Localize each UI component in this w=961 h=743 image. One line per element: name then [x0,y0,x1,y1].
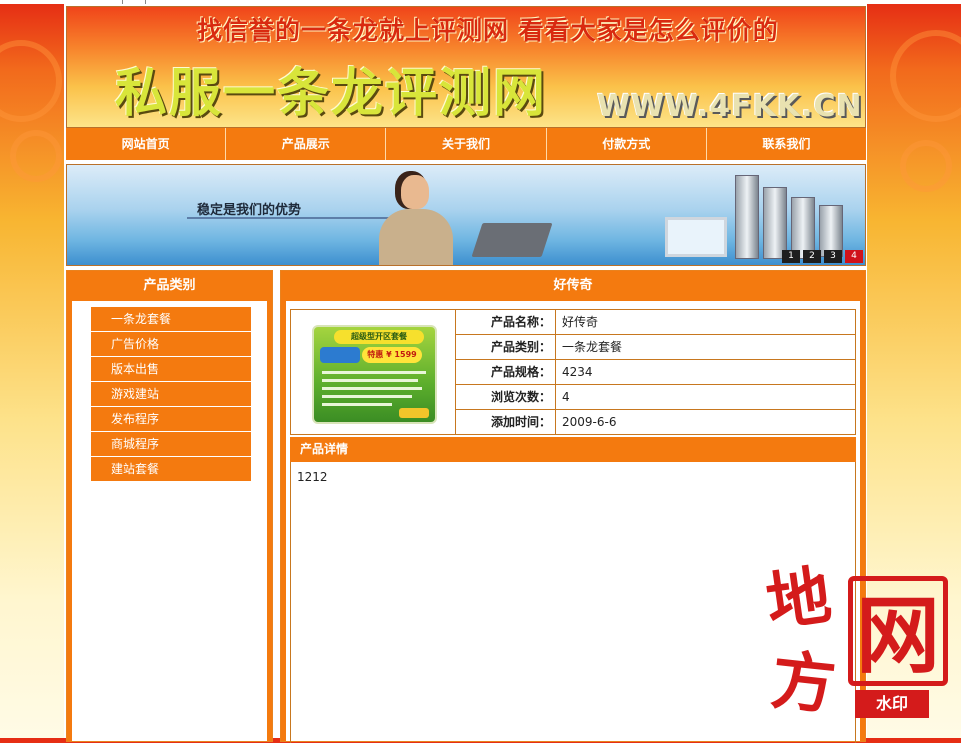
product-thumbnail-cell: 超级型开区套餐 特惠 ¥ 1599 [291,310,456,434]
spec-label: 浏览次数： [456,385,556,409]
spec-value: 4234 [562,365,593,379]
product-title: 好传奇 [281,271,865,301]
spec-row-views: 浏览次数： 4 [456,385,856,410]
product-thumbnail[interactable]: 超级型开区套餐 特惠 ¥ 1599 [312,325,437,424]
slide-page-button[interactable]: 2 [803,250,821,263]
nav-home[interactable]: 网站首页 [66,128,227,160]
spec-value: 2009-6-6 [562,415,617,429]
hero-server-image [763,187,787,259]
nav-products[interactable]: 产品展示 [226,128,387,160]
thumb-line [322,371,426,374]
nav-payment[interactable]: 付款方式 [547,128,707,160]
tagline-underline [187,217,397,219]
detail-heading: 产品详情 [290,437,856,462]
spec-value: 好传奇 [562,315,599,329]
slideshow-pager: 1 2 3 4 [782,250,863,263]
spec-row-name: 产品名称： 好传奇 [456,310,856,335]
spec-label: 产品规格： [456,360,556,384]
hero-server-image [735,175,759,259]
slide-page-button[interactable]: 3 [824,250,842,263]
category-sidebar: 产品类别 一条龙套餐 广告价格 版本出售 游戏建站 发布程序 商城程序 建站套餐 [66,270,273,742]
sidebar-border-right [267,301,272,741]
site-url[interactable]: WWW.4FKK.CN [597,89,863,124]
spec-label: 添加时间： [456,410,556,434]
thumb-badge [320,347,360,363]
slide-page-button-active[interactable]: 4 [845,250,863,263]
panel-border-left [281,301,286,741]
background-swirl-left-2 [10,130,62,182]
watermark-char: 地 [761,557,836,642]
product-spec-table: 超级型开区套餐 特惠 ¥ 1599 产品名称： 好传奇 产品类别： 一条龙套餐 [290,309,856,435]
thumb-line [322,395,412,398]
category-item[interactable]: 广告价格 [91,332,251,356]
sidebar-title: 产品类别 [67,271,272,301]
category-item[interactable]: 游戏建站 [91,382,251,406]
background-swirl-right [890,30,961,122]
spec-label: 产品名称： [456,310,556,334]
watermark-char: 方 [767,642,840,725]
thumb-line [322,379,418,382]
background-swirl-left [0,40,62,122]
hero-person-image [379,171,453,265]
category-item[interactable]: 商城程序 [91,432,251,456]
thumb-button [399,408,429,418]
background-swirl-right-2 [900,140,952,192]
nav-about[interactable]: 关于我们 [386,128,547,160]
hero-laptop-image [471,223,553,257]
category-item[interactable]: 版本出售 [91,357,251,381]
banner-slogan: 找信誉的一条龙就上评测网 看看大家是怎么评价的 [197,16,779,45]
hero-monitor-image [665,217,727,257]
slide-page-button[interactable]: 1 [782,250,800,263]
spec-row-size: 产品规格： 4234 [456,360,856,385]
page-container: 找信誉的一条龙就上评测网 看看大家是怎么评价的 私服一条龙评测网 WWW.4FK… [64,4,867,743]
thumb-price: 特惠 ¥ 1599 [362,347,422,363]
category-item[interactable]: 发布程序 [91,407,251,431]
watermark-stamp: 网 [848,576,948,686]
main-nav: 网站首页 产品展示 关于我们 付款方式 联系我们 [66,128,866,160]
header-banner: 找信誉的一条龙就上评测网 看看大家是怎么评价的 私服一条龙评测网 WWW.4FK… [66,6,866,128]
spec-row-added: 添加时间： 2009-6-6 [456,410,856,434]
site-logo-text[interactable]: 私服一条龙评测网 [115,51,547,126]
thumb-line [322,403,392,406]
spec-value: 4 [562,390,570,404]
category-item[interactable]: 建站套餐 [91,457,251,481]
thumb-banner-text: 超级型开区套餐 [334,330,424,344]
category-list: 一条龙套餐 广告价格 版本出售 游戏建站 发布程序 商城程序 建站套餐 [91,307,251,482]
spec-value: 一条龙套餐 [562,340,623,354]
hero-tagline: 稳定是我们的优势 [197,203,302,218]
watermark-label: 水印 [855,690,929,718]
thumb-line [322,387,422,390]
nav-contact[interactable]: 联系我们 [707,128,866,160]
spec-label: 产品类别： [456,335,556,359]
hero-slideshow[interactable]: 稳定是我们的优势 1 2 3 4 [66,164,866,266]
spec-row-category: 产品类别： 一条龙套餐 [456,335,856,360]
sidebar-border-left [67,301,72,741]
category-item[interactable]: 一条龙套餐 [91,307,251,331]
